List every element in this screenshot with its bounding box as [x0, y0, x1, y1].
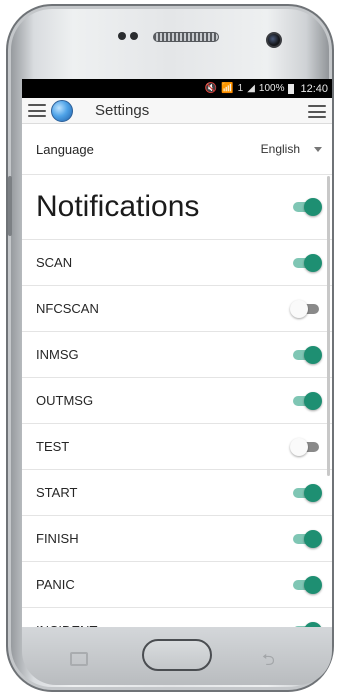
- battery-percent: 100%: [258, 83, 285, 94]
- status-bar: 🔇 📶 1 ◢ 100% 12:40: [22, 79, 332, 98]
- sim-indicator: 1: [237, 83, 244, 94]
- mute-icon: 🔇: [204, 83, 218, 94]
- earpiece-speaker: [153, 32, 219, 42]
- notification-option-row[interactable]: FINISH: [22, 516, 332, 562]
- option-label: OUTMSG: [36, 393, 94, 408]
- sensor-dots: [118, 32, 138, 40]
- signal-icon: ◢: [247, 83, 255, 94]
- home-button[interactable]: [142, 639, 212, 671]
- scrollbar[interactable]: [327, 176, 330, 476]
- notification-option-row[interactable]: INMSG: [22, 332, 332, 378]
- front-camera-icon: [266, 32, 282, 48]
- option-label: FINISH: [36, 531, 79, 546]
- clock: 12:40: [300, 82, 328, 95]
- notification-option-row[interactable]: PANIC: [22, 562, 332, 608]
- notifications-toggle[interactable]: [290, 197, 322, 217]
- option-toggle[interactable]: [290, 345, 322, 365]
- hamburger-menu-icon[interactable]: [28, 104, 46, 117]
- option-toggle[interactable]: [290, 575, 322, 595]
- hardware-nav-bar: ⮌: [22, 627, 332, 685]
- option-toggle[interactable]: [290, 483, 322, 503]
- notifications-title: Notifications: [36, 190, 200, 223]
- overflow-menu-icon[interactable]: [308, 105, 326, 118]
- globe-icon: [51, 99, 73, 122]
- wifi-icon: 📶: [221, 83, 234, 94]
- settings-list[interactable]: Language English Notifications SCAN NFCSC…: [22, 124, 332, 627]
- notification-option-row[interactable]: INCIDENT: [22, 608, 332, 627]
- notification-option-row[interactable]: TEST: [22, 424, 332, 470]
- option-label: PANIC: [36, 577, 75, 592]
- recent-apps-button[interactable]: [70, 652, 88, 666]
- option-label: SCAN: [36, 255, 73, 270]
- notification-option-row[interactable]: START: [22, 470, 332, 516]
- notification-options: SCAN NFCSCAN INMSG OUTMSG TEST START FINISH PAN…: [22, 240, 332, 627]
- chevron-down-icon[interactable]: [314, 146, 322, 152]
- option-label: TEST: [36, 439, 70, 454]
- notification-option-row[interactable]: OUTMSG: [22, 378, 332, 424]
- notification-option-row[interactable]: SCAN: [22, 240, 332, 286]
- volume-button: [8, 176, 12, 236]
- notifications-row: Notifications: [22, 175, 332, 240]
- screen: 🔇 📶 1 ◢ 100% 12:40 Settings Language Eng…: [22, 79, 332, 627]
- option-label: INMSG: [36, 347, 79, 362]
- notification-option-row[interactable]: NFCSCAN: [22, 286, 332, 332]
- option-label: NFCSCAN: [36, 301, 99, 316]
- option-toggle[interactable]: [290, 391, 322, 411]
- option-toggle[interactable]: [290, 437, 322, 457]
- battery-icon: [288, 83, 295, 94]
- back-icon[interactable]: ⮌: [262, 649, 275, 676]
- option-toggle[interactable]: [290, 253, 322, 273]
- app-toolbar: Settings: [22, 98, 332, 124]
- language-row[interactable]: Language English: [22, 124, 332, 175]
- language-select[interactable]: English: [261, 142, 300, 156]
- language-label: Language: [36, 141, 94, 157]
- option-toggle[interactable]: [290, 299, 322, 319]
- option-label: START: [36, 485, 78, 500]
- page-title: Settings: [95, 102, 150, 119]
- option-toggle[interactable]: [290, 529, 322, 549]
